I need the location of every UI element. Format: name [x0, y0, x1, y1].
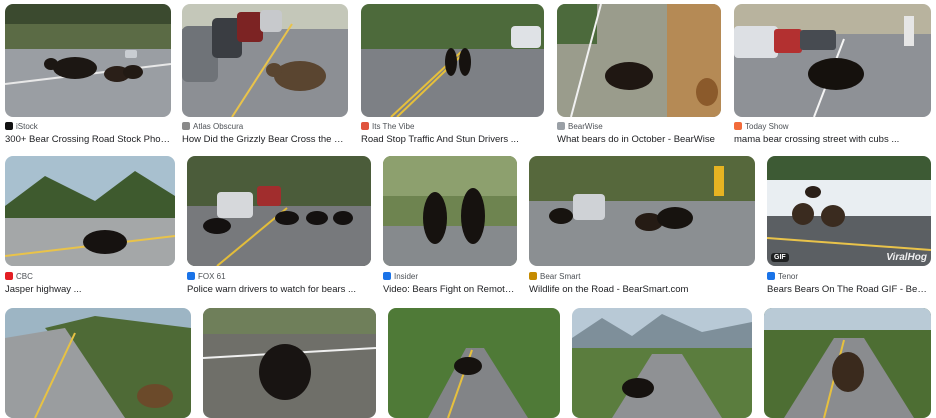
- result-title[interactable]: What bears do in October - BearWise: [557, 134, 721, 145]
- result-thumbnail[interactable]: [529, 156, 755, 266]
- result-thumbnail[interactable]: [734, 4, 931, 117]
- result-card[interactable]: [572, 308, 752, 418]
- bear-photo: [734, 4, 931, 117]
- result-source[interactable]: Insider: [383, 270, 418, 282]
- result-source[interactable]: Atlas Obscura: [182, 120, 243, 132]
- tenor-icon: [767, 272, 775, 280]
- result-source[interactable]: Its The Vibe: [361, 120, 414, 132]
- result-card[interactable]: Atlas Obscura How Did the Grizzly Bear C…: [182, 4, 348, 146]
- atlas-obscura-icon: [182, 122, 190, 130]
- result-title[interactable]: Bears Bears On The Road GIF - Bears ...: [767, 284, 931, 295]
- bear-photo: [187, 156, 371, 266]
- viralhog-watermark: ViralHog: [886, 252, 927, 263]
- result-source[interactable]: CBC: [5, 270, 33, 282]
- result-card[interactable]: [388, 308, 560, 418]
- bear-photo: [5, 156, 175, 266]
- result-thumbnail[interactable]: [361, 4, 544, 117]
- result-source-name: FOX 61: [198, 271, 226, 281]
- bearwise-icon: [557, 122, 565, 130]
- result-source-name: Insider: [394, 271, 419, 281]
- result-card[interactable]: [5, 308, 191, 418]
- result-title[interactable]: How Did the Grizzly Bear Cross the Ro...: [182, 134, 348, 145]
- result-thumbnail[interactable]: [383, 156, 517, 266]
- cbc-icon: [5, 272, 13, 280]
- result-thumbnail[interactable]: [557, 4, 721, 117]
- result-thumbnail[interactable]: [5, 156, 175, 266]
- result-card[interactable]: CBC Jasper highway ...: [5, 156, 175, 298]
- bear-photo: [529, 156, 755, 266]
- bear-photo: [383, 156, 517, 266]
- result-title[interactable]: Wildlife on the Road - BearSmart.com: [529, 284, 755, 295]
- result-source-name: Tenor: [778, 271, 799, 281]
- istock-icon: [5, 122, 13, 130]
- result-source[interactable]: Today Show: [734, 120, 789, 132]
- result-card[interactable]: FOX 61 Police warn drivers to watch for …: [187, 156, 371, 298]
- result-title[interactable]: Police warn drivers to watch for bears .…: [187, 284, 371, 295]
- result-thumbnail[interactable]: [5, 4, 171, 117]
- result-title[interactable]: mama bear crossing street with cubs ...: [734, 134, 931, 145]
- result-card[interactable]: Insider Video: Bears Fight on Remote ...: [383, 156, 517, 298]
- result-card[interactable]: BearWise What bears do in October - Bear…: [557, 4, 721, 146]
- result-card[interactable]: Its The Vibe Road Stop Traffic And Stun …: [361, 4, 544, 146]
- bear-photo: [361, 4, 544, 117]
- bear-photo: [5, 4, 171, 117]
- result-source-name: CBC: [16, 271, 33, 281]
- result-title[interactable]: Road Stop Traffic And Stun Drivers ...: [361, 134, 544, 145]
- result-source[interactable]: FOX 61: [187, 270, 226, 282]
- result-thumbnail[interactable]: GIF ViralHog: [767, 156, 931, 266]
- gif-badge: GIF: [771, 253, 789, 262]
- result-thumbnail[interactable]: [187, 156, 371, 266]
- bear-photo: [767, 156, 931, 266]
- insider-icon: [383, 272, 391, 280]
- result-source[interactable]: Bear Smart: [529, 270, 580, 282]
- result-source-name: iStock: [16, 121, 38, 131]
- result-card[interactable]: [203, 308, 376, 418]
- today-show-icon: [734, 122, 742, 130]
- result-source[interactable]: Tenor: [767, 270, 798, 282]
- result-card[interactable]: GIF ViralHog Tenor Bears Bears On The Ro…: [767, 156, 931, 298]
- result-source-name: Atlas Obscura: [193, 121, 244, 131]
- result-card[interactable]: Today Show mama bear crossing street wit…: [734, 4, 931, 146]
- result-source[interactable]: iStock: [5, 120, 38, 132]
- fox61-icon: [187, 272, 195, 280]
- bear-photo: [557, 4, 721, 117]
- result-title[interactable]: Jasper highway ...: [5, 284, 175, 295]
- result-card[interactable]: iStock 300+ Bear Crossing Road Stock Pho…: [5, 4, 171, 146]
- result-title[interactable]: 300+ Bear Crossing Road Stock Photo...: [5, 134, 171, 145]
- result-title[interactable]: Video: Bears Fight on Remote ...: [383, 284, 517, 295]
- bear-smart-icon: [529, 272, 537, 280]
- result-source-name: Today Show: [745, 121, 789, 131]
- result-card[interactable]: Bear Smart Wildlife on the Road - BearSm…: [529, 156, 755, 298]
- its-the-vibe-icon: [361, 122, 369, 130]
- result-source-name: BearWise: [568, 121, 603, 131]
- bear-photo: [182, 4, 348, 117]
- result-source-name: Bear Smart: [540, 271, 581, 281]
- result-source[interactable]: BearWise: [557, 120, 603, 132]
- result-thumbnail[interactable]: [182, 4, 348, 117]
- result-card[interactable]: [764, 308, 931, 418]
- result-source-name: Its The Vibe: [372, 121, 415, 131]
